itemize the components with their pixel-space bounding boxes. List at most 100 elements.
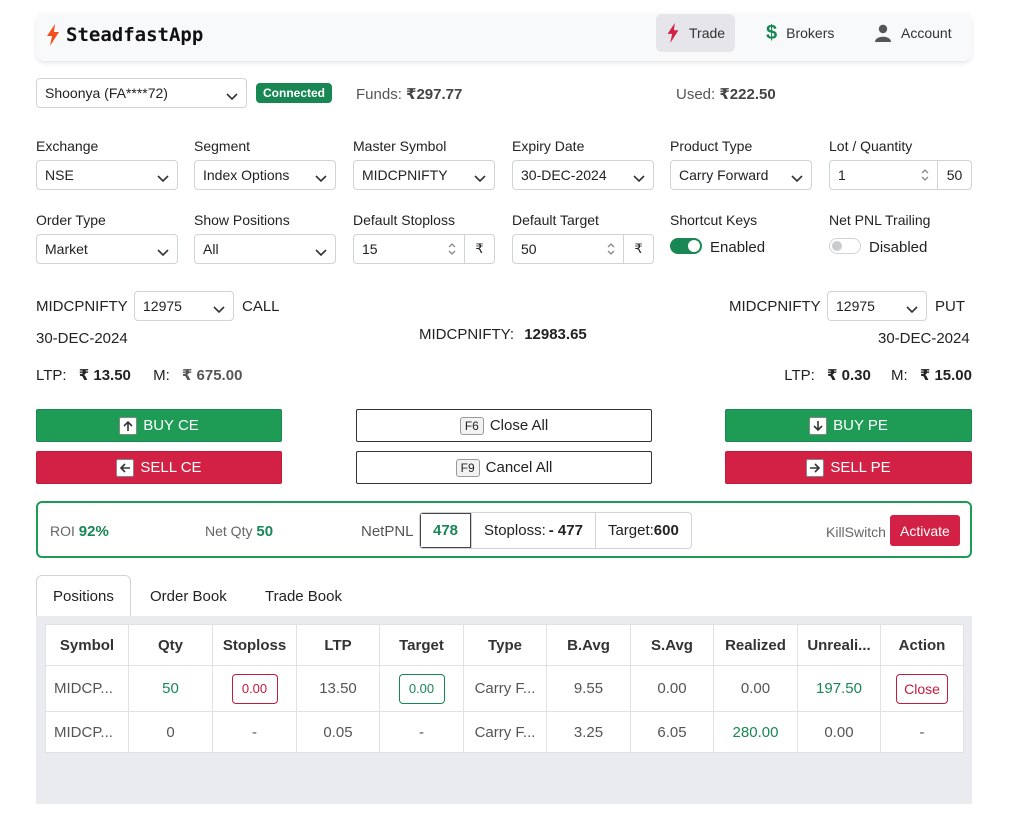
call-strike-select[interactable]: 12975	[134, 291, 234, 321]
nav-account-label: Account	[901, 25, 952, 41]
col-target: Target	[379, 624, 464, 666]
funds-value: ₹297.77	[406, 86, 463, 103]
shortcut-keys-state: Enabled	[710, 239, 766, 256]
expiry-select[interactable]: 30-DEC-2024	[512, 160, 654, 190]
target-value: 600	[653, 522, 679, 539]
nav-brokers[interactable]: $ Brokers	[756, 14, 844, 52]
chevron-down-icon	[474, 170, 486, 186]
stepper-icon[interactable]	[917, 165, 933, 185]
net-pnl-value: 478	[420, 513, 472, 548]
bolt-icon	[666, 23, 680, 43]
used-value: ₹222.50	[719, 86, 776, 103]
tab-order-book[interactable]: Order Book	[134, 575, 243, 617]
chevron-down-icon	[906, 301, 918, 317]
lot-quantity-group: 1 50	[829, 160, 972, 190]
cell-bavg: 9.55	[546, 665, 631, 712]
target-edit[interactable]: 0.00	[398, 673, 445, 704]
positions-table: Symbol Qty Stoploss LTP Target Type B.Av…	[45, 624, 964, 753]
pnl-group: 478 Stoploss: - 477 Target: 600	[419, 512, 692, 549]
segment-label: Segment	[194, 138, 251, 154]
exchange-label: Exchange	[36, 138, 99, 154]
put-symbol: MIDCPNIFTY	[729, 298, 821, 315]
master-symbol-select[interactable]: MIDCPNIFTY	[353, 160, 495, 190]
target-text: Target:	[607, 522, 654, 539]
chevron-down-icon	[315, 244, 327, 260]
bolt-icon	[46, 24, 60, 46]
sell-ce-button[interactable]: SELL CE	[36, 451, 282, 484]
product-type-select[interactable]: Carry Forward	[670, 160, 812, 190]
roi-value: 92%	[78, 523, 109, 540]
default-target-input[interactable]: 50	[513, 241, 603, 257]
net-pnl-trailing-toggle[interactable]	[829, 238, 861, 254]
tab-trade-book[interactable]: Trade Book	[249, 575, 358, 617]
arrow-down-icon	[809, 416, 828, 435]
net-pnl-trailing-state: Disabled	[869, 239, 928, 256]
col-qty: Qty	[128, 624, 213, 666]
close-all-button[interactable]: F6 Close All	[356, 409, 652, 442]
target-readout: Target: 600	[594, 513, 691, 548]
arrow-right-icon	[806, 458, 825, 477]
shortcut-keys-toggle[interactable]	[670, 238, 702, 254]
table-row: MIDCP... 50 0.00 13.50 0.00 Carry F... 9…	[45, 665, 964, 712]
net-pnl-label: NetPNL	[361, 523, 414, 540]
index-value: 12983.65	[524, 326, 587, 343]
tab-positions[interactable]: Positions	[36, 575, 131, 617]
close-position-button[interactable]: Close	[896, 673, 948, 704]
expiry-value: 30-DEC-2024	[521, 167, 607, 183]
buy-ce-button[interactable]: BUY CE	[36, 409, 282, 442]
stepper-icon[interactable]	[603, 239, 619, 259]
cell-savg: 0.00	[630, 665, 714, 712]
chevron-down-icon	[633, 170, 645, 186]
call-m-value: ₹ 675.00	[181, 367, 243, 384]
put-side: PUT	[935, 298, 965, 315]
roi: ROI 92%	[50, 523, 109, 540]
sell-pe-label: SELL PE	[830, 459, 891, 476]
col-action: Action	[880, 624, 964, 666]
net-qty: Net Qty 50	[205, 523, 273, 540]
net-qty-label: Net Qty	[205, 523, 253, 539]
sell-pe-button[interactable]: SELL PE	[725, 451, 972, 484]
cell-realized: 0.00	[713, 665, 798, 712]
order-type-label: Order Type	[36, 212, 106, 228]
used-label: Used:	[676, 86, 716, 103]
chevron-down-icon	[157, 244, 169, 260]
arrow-left-icon	[116, 458, 135, 477]
cell-savg: 6.05	[630, 711, 714, 753]
stepper-icon[interactable]	[444, 239, 460, 259]
brand[interactable]: SteadfastApp	[46, 24, 203, 46]
lot-input[interactable]: 1	[830, 167, 917, 183]
index-quote: MIDCPNIFTY: 12983.65	[419, 326, 587, 343]
cancel-all-label: Cancel All	[485, 459, 553, 476]
cell-type: Carry F...	[463, 711, 547, 753]
segment-select[interactable]: Index Options	[194, 160, 336, 190]
net-qty-value: 50	[256, 523, 274, 540]
default-stoploss-input[interactable]: 15	[354, 241, 444, 257]
broker-select[interactable]: Shoonya (FA****72)	[36, 78, 247, 108]
exchange-select[interactable]: NSE	[36, 160, 178, 190]
nav-trade[interactable]: Trade	[656, 14, 736, 52]
chevron-down-icon	[791, 170, 803, 186]
cell-type: Carry F...	[463, 665, 547, 712]
user-icon	[874, 24, 892, 42]
order-type-select[interactable]: Market	[36, 234, 178, 264]
call-symbol: MIDCPNIFTY	[36, 298, 128, 315]
buy-ce-label: BUY CE	[143, 417, 199, 434]
nav-account[interactable]: Account	[864, 14, 962, 52]
cell-ltp: 0.05	[296, 711, 380, 753]
put-strike-select[interactable]: 12975	[827, 291, 927, 321]
cell-realized: 280.00	[713, 711, 798, 753]
pnl-summary: ROI 92% Net Qty 50 NetPNL 478 Stoploss: …	[36, 501, 972, 558]
show-positions-select[interactable]: All	[194, 234, 336, 264]
stoploss-readout: Stoploss: - 477	[471, 513, 595, 548]
roi-label: ROI	[50, 523, 75, 539]
buy-pe-button[interactable]: BUY PE	[725, 409, 972, 442]
activate-killswitch-button[interactable]: Activate	[890, 515, 960, 546]
put-strike-value: 12975	[836, 298, 875, 314]
stoploss-edit[interactable]: 0.00	[231, 673, 278, 704]
put-expiry: 30-DEC-2024	[878, 330, 970, 347]
chevron-down-icon	[213, 301, 225, 317]
cancel-all-button[interactable]: F9 Cancel All	[356, 451, 652, 484]
default-target-group: 50 ₹	[512, 234, 654, 264]
connection-status-badge: Connected	[256, 83, 333, 103]
cell-action: Close	[880, 665, 964, 712]
